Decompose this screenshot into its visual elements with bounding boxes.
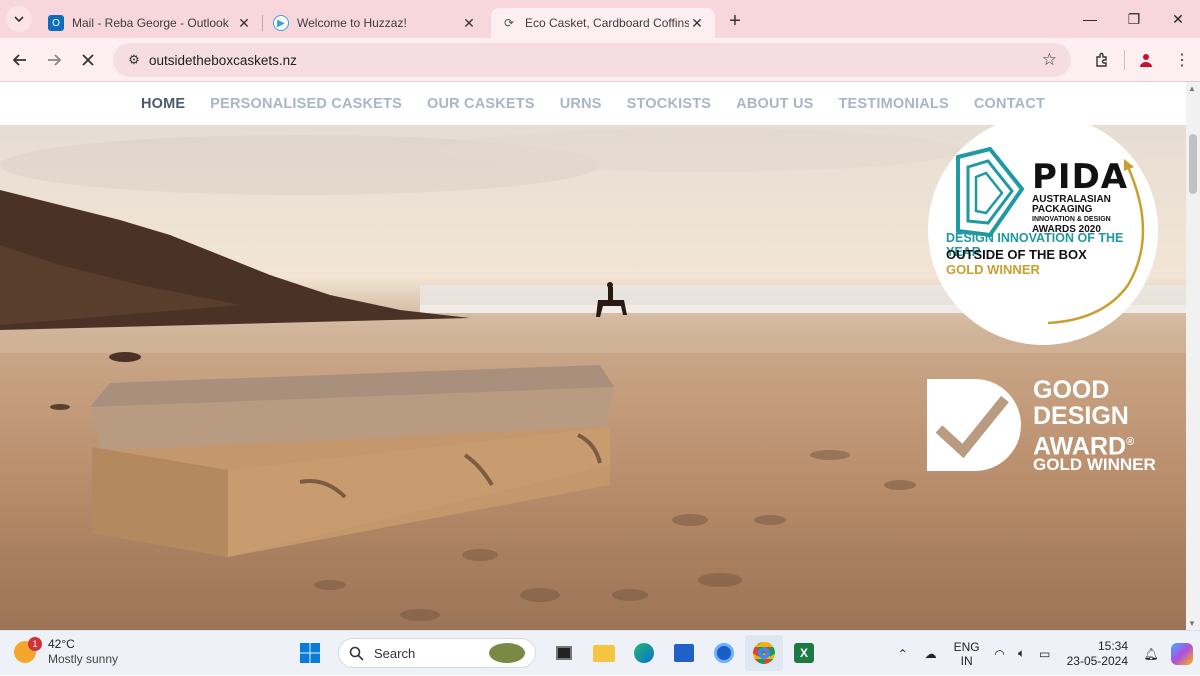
chevron-up-icon[interactable]: ⌃: [889, 647, 917, 661]
scroll-down-icon[interactable]: ▼: [1188, 619, 1196, 628]
profile-avatar[interactable]: [1128, 42, 1164, 78]
nav-our-caskets[interactable]: OUR CASKETS: [427, 96, 535, 112]
outlook-icon: O: [48, 15, 64, 31]
toolbar-right: ⋮: [1084, 38, 1200, 82]
pida-award-badge: PIDA AUSTRALASIAN PACKAGING INNOVATION &…: [928, 125, 1158, 345]
browser-toolbar: ⚙ outsidetheboxcaskets.nz ☆ ⋮: [0, 38, 1200, 82]
scrollbar-thumb[interactable]: [1189, 134, 1197, 194]
clock[interactable]: 15:34 23-05-2024: [1067, 639, 1128, 669]
turtle-icon: [489, 643, 525, 663]
minimize-button[interactable]: —: [1068, 0, 1112, 38]
tab-title: Eco Casket, Cardboard Coffins, N: [525, 16, 689, 30]
back-button[interactable]: [3, 43, 37, 77]
close-tab-icon[interactable]: ✕: [461, 15, 477, 31]
nav-stockists[interactable]: STOCKISTS: [627, 96, 712, 112]
pida-sub-line: PACKAGING: [1032, 204, 1093, 215]
page-scrollbar[interactable]: ▲ ▼: [1186, 82, 1200, 630]
tab-search-button[interactable]: [6, 6, 32, 32]
language-indicator[interactable]: ENG IN: [945, 640, 989, 668]
edge-browser-icon[interactable]: [625, 635, 663, 671]
clock-time: 15:34: [1097, 638, 1128, 653]
new-tab-button[interactable]: +: [721, 7, 749, 35]
huzzaz-icon: ▶: [273, 15, 289, 31]
excel-icon[interactable]: X: [785, 635, 823, 671]
tab-huzzaz[interactable]: ▶ Welcome to Huzzaz! ✕: [263, 8, 487, 38]
good-design-logo-icon: [927, 379, 1021, 471]
taskbar-search[interactable]: Search: [338, 638, 536, 668]
battery-icon[interactable]: ▭: [1033, 647, 1057, 661]
weather-desc: Mostly sunny: [48, 652, 119, 666]
tab-title: Mail - Reba George - Outlook: [72, 16, 229, 30]
arrow-right-icon: [48, 53, 62, 66]
tab-outlook[interactable]: O Mail - Reba George - Outlook ✕: [38, 8, 262, 38]
copilot-icon[interactable]: [1164, 642, 1200, 665]
tab-eco-casket[interactable]: ⟳ Eco Casket, Cardboard Coffins, N ✕: [491, 8, 715, 38]
nav-testimonials[interactable]: TESTIMONIALS: [839, 96, 949, 112]
windows-start-icon[interactable]: [291, 635, 329, 671]
region-code: IN: [960, 653, 973, 668]
good-design-award-badge: GOOD DESIGN AWARD® GOLD WINNER: [925, 377, 1175, 477]
address-bar[interactable]: ⚙ outsidetheboxcaskets.nz ☆: [113, 43, 1071, 77]
web-page: HOME PERSONALISED CASKETS OUR CASKETS UR…: [0, 82, 1186, 630]
task-view-icon[interactable]: [545, 635, 583, 671]
forward-button[interactable]: [37, 43, 71, 77]
cloud-icon[interactable]: ☁: [917, 647, 945, 661]
close-window-button[interactable]: ✕: [1156, 0, 1200, 38]
chevron-down-icon: [14, 16, 24, 23]
scroll-up-icon[interactable]: ▲: [1188, 84, 1196, 93]
clock-date: 23-05-2024: [1066, 653, 1128, 668]
wifi-icon[interactable]: ◠: [989, 647, 1011, 661]
registered-mark: ®: [1126, 436, 1135, 448]
stop-loading-button[interactable]: [71, 43, 105, 77]
gda-result: GOLD WINNER: [1033, 455, 1156, 474]
close-tab-icon[interactable]: ✕: [236, 15, 252, 31]
bookmark-star-icon[interactable]: ☆: [1042, 50, 1057, 70]
weather-widget[interactable]: 1 42°C Mostly sunny: [14, 637, 118, 667]
close-tab-icon[interactable]: ✕: [689, 15, 705, 31]
nav-home[interactable]: HOME: [141, 96, 185, 112]
window-controls: — ❐ ✕: [1068, 0, 1200, 38]
pida-title: PIDA: [1032, 157, 1129, 197]
weather-temp: 42°C: [48, 637, 75, 651]
browser-tab-strip: O Mail - Reba George - Outlook ✕ ▶ Welco…: [0, 0, 1200, 38]
pida-subtitle: AUSTRALASIAN PACKAGING INNOVATION & DESI…: [1032, 195, 1127, 235]
nav-urns[interactable]: URNS: [560, 96, 602, 112]
restore-button[interactable]: ❐: [1112, 0, 1156, 38]
nav-contact[interactable]: CONTACT: [974, 96, 1045, 112]
arrow-left-icon: [12, 53, 26, 66]
more-menu-icon[interactable]: ⋮: [1164, 42, 1200, 78]
copilot-app-icon[interactable]: [705, 635, 743, 671]
windows-taskbar: 1 42°C Mostly sunny Search X ⌃ ☁ ENG IN …: [0, 630, 1200, 675]
hero-image: PIDA AUSTRALASIAN PACKAGING INNOVATION &…: [0, 125, 1186, 630]
chrome-icon[interactable]: [745, 635, 783, 671]
volume-icon[interactable]: 🔈︎: [1011, 646, 1033, 661]
loading-icon: ⟳: [503, 16, 515, 30]
microsoft-store-icon[interactable]: [665, 635, 703, 671]
search-label: Search: [374, 645, 416, 661]
close-icon: [82, 53, 94, 66]
taskbar-apps: Search X: [290, 635, 824, 671]
notification-badge: 1: [28, 637, 42, 651]
pida-result: GOLD WINNER: [946, 262, 1040, 277]
site-info-icon[interactable]: ⚙: [119, 52, 149, 68]
nav-about-us[interactable]: ABOUT US: [736, 96, 813, 112]
pida-entry: OUTSIDE OF THE BOX: [946, 247, 1087, 262]
system-tray: ⌃ ☁ ENG IN ◠ 🔈︎ ▭ 15:34 23-05-2024 🔔︎: [889, 631, 1200, 676]
gda-line: GOOD: [1033, 376, 1110, 404]
language-code: ENG: [953, 639, 980, 654]
notification-bell-icon[interactable]: 🔔︎: [1138, 647, 1164, 661]
nav-personalised-caskets[interactable]: PERSONALISED CASKETS: [210, 96, 402, 112]
gda-title: GOOD DESIGN AWARD®: [1033, 377, 1134, 459]
gda-line: DESIGN: [1033, 402, 1129, 430]
tab-title: Welcome to Huzzaz!: [297, 16, 407, 30]
divider: [1120, 42, 1128, 78]
weather-text: 42°C Mostly sunny: [48, 637, 118, 667]
search-icon: [349, 646, 364, 661]
extensions-icon[interactable]: [1084, 42, 1120, 78]
sun-icon: 1: [14, 637, 42, 663]
site-navigation: HOME PERSONALISED CASKETS OUR CASKETS UR…: [0, 82, 1186, 125]
file-explorer-icon[interactable]: [585, 635, 623, 671]
url-text[interactable]: outsidetheboxcaskets.nz: [149, 53, 297, 68]
